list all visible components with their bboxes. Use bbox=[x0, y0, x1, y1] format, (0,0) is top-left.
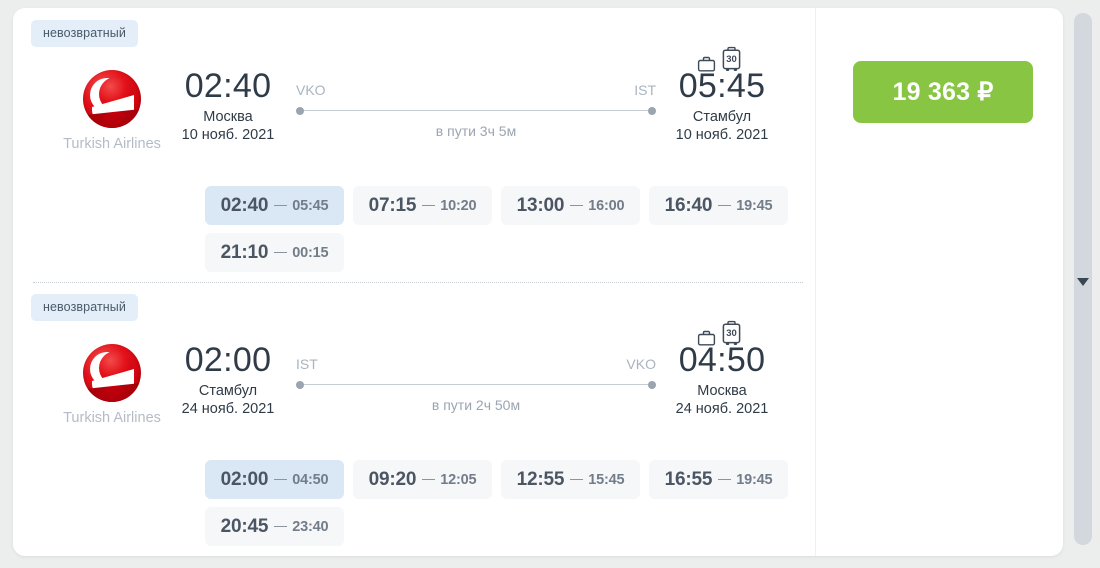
departure-block: 02:00 Стамбул 24 нояб. 2021 bbox=[153, 340, 303, 417]
time-slot-departure: 21:10 bbox=[220, 241, 269, 263]
time-slot-dash-icon bbox=[274, 478, 288, 481]
flight-leg-return: невозвратный 30 Turkish Airlines 02:00 С… bbox=[13, 282, 815, 556]
time-slot-arrival: 12:05 bbox=[440, 471, 477, 488]
route-line-block: VKO IST в пути 3ч 5м bbox=[296, 82, 656, 139]
time-slot-departure: 20:45 bbox=[220, 515, 269, 537]
page-scrollbar[interactable] bbox=[1070, 0, 1096, 568]
time-slot-departure: 02:40 bbox=[220, 194, 269, 216]
departure-airport-code: VKO bbox=[296, 82, 326, 98]
departure-time: 02:40 bbox=[184, 67, 272, 105]
time-slot-dash-icon bbox=[274, 204, 288, 207]
departure-date: 10 нояб. 2021 bbox=[181, 127, 275, 143]
buy-price-button[interactable]: 19 363 ₽ bbox=[853, 61, 1033, 123]
time-slot-departure: 07:15 bbox=[368, 194, 417, 216]
time-slot-dash-icon bbox=[570, 204, 584, 207]
flight-leg-outbound: невозвратный 30 Turkish Airlines 02:40 М… bbox=[13, 8, 815, 283]
airline-name: Turkish Airlines bbox=[63, 410, 161, 426]
departure-date: 24 нояб. 2021 bbox=[181, 401, 275, 417]
time-slot-list-outbound: 02:40 05:45 07:15 10:20 13:00 16:00 16:4… bbox=[205, 186, 805, 272]
time-slot[interactable]: 20:45 23:40 bbox=[205, 507, 344, 546]
chevron-down-icon[interactable] bbox=[1077, 278, 1089, 286]
time-slot-dash-icon bbox=[422, 478, 436, 481]
time-slot-list-return: 02:00 04:50 09:20 12:05 12:55 15:45 16:5… bbox=[205, 460, 805, 546]
time-slot-dash-icon bbox=[274, 251, 288, 254]
turkish-airlines-logo-icon bbox=[83, 344, 141, 402]
departure-city: Стамбул bbox=[198, 383, 258, 399]
time-slot[interactable]: 09:20 12:05 bbox=[353, 460, 492, 499]
time-slot-departure: 13:00 bbox=[516, 194, 565, 216]
route-line bbox=[296, 380, 656, 390]
time-slot[interactable]: 02:00 04:50 bbox=[205, 460, 344, 499]
arrival-city: Москва bbox=[697, 383, 747, 399]
time-slot-arrival: 10:20 bbox=[440, 197, 477, 214]
time-slot-arrival: 19:45 bbox=[736, 197, 773, 214]
arrival-time: 04:50 bbox=[678, 341, 766, 379]
time-slot-arrival: 19:45 bbox=[736, 471, 773, 488]
departure-time: 02:00 bbox=[184, 341, 272, 379]
flight-legs-column: невозвратный 30 Turkish Airlines 02:40 М… bbox=[13, 8, 816, 556]
airline-block: Turkish Airlines bbox=[57, 344, 167, 426]
route-line bbox=[296, 106, 656, 116]
time-slot-departure: 16:55 bbox=[664, 468, 713, 490]
departure-block: 02:40 Москва 10 нояб. 2021 bbox=[153, 66, 303, 143]
time-slot-departure: 02:00 bbox=[220, 468, 269, 490]
time-slot-departure: 09:20 bbox=[368, 468, 417, 490]
time-slot-dash-icon bbox=[274, 525, 288, 528]
time-slot-dash-icon bbox=[570, 478, 584, 481]
arrival-time: 05:45 bbox=[678, 67, 766, 105]
arrival-block: 04:50 Москва 24 нояб. 2021 bbox=[647, 340, 797, 417]
time-slot-arrival: 16:00 bbox=[588, 197, 625, 214]
time-slot-dash-icon bbox=[718, 204, 732, 207]
time-slot[interactable]: 07:15 10:20 bbox=[353, 186, 492, 225]
airline-block: Turkish Airlines bbox=[57, 70, 167, 152]
time-slot-arrival: 23:40 bbox=[292, 518, 329, 535]
time-slot-departure: 12:55 bbox=[516, 468, 565, 490]
route-dot-departure bbox=[296, 381, 304, 389]
time-slot-arrival: 00:15 bbox=[292, 244, 329, 261]
turkish-airlines-logo-icon bbox=[83, 70, 141, 128]
arrival-city: Стамбул bbox=[692, 109, 752, 125]
refund-badge: невозвратный bbox=[31, 294, 138, 321]
time-slot-arrival: 04:50 bbox=[292, 471, 329, 488]
time-slot-dash-icon bbox=[422, 204, 436, 207]
time-slot[interactable]: 13:00 16:00 bbox=[501, 186, 640, 225]
route-line-block: IST VKO в пути 2ч 50м bbox=[296, 356, 656, 413]
flight-duration: в пути 3ч 5м bbox=[435, 123, 517, 139]
checked-bag-weight: 30 bbox=[726, 54, 737, 65]
departure-city: Москва bbox=[203, 109, 253, 125]
flight-duration: в пути 2ч 50м bbox=[431, 397, 521, 413]
time-slot[interactable]: 21:10 00:15 bbox=[205, 233, 344, 272]
refund-badge: невозвратный bbox=[31, 20, 138, 47]
time-slot-departure: 16:40 bbox=[664, 194, 713, 216]
price-column: 19 363 ₽ bbox=[816, 8, 1063, 556]
time-slot-dash-icon bbox=[718, 478, 732, 481]
time-slot[interactable]: 16:40 19:45 bbox=[649, 186, 788, 225]
time-slot[interactable]: 02:40 05:45 bbox=[205, 186, 344, 225]
arrival-date: 24 нояб. 2021 bbox=[675, 401, 769, 417]
time-slot[interactable]: 12:55 15:45 bbox=[501, 460, 640, 499]
time-slot-arrival: 05:45 bbox=[292, 197, 329, 214]
route-dot-departure bbox=[296, 107, 304, 115]
departure-airport-code: IST bbox=[296, 356, 318, 372]
airline-name: Turkish Airlines bbox=[63, 136, 161, 152]
time-slot-arrival: 15:45 bbox=[588, 471, 625, 488]
time-slot[interactable]: 16:55 19:45 bbox=[649, 460, 788, 499]
arrival-date: 10 нояб. 2021 bbox=[675, 127, 769, 143]
ticket-card: невозвратный 30 Turkish Airlines 02:40 М… bbox=[13, 8, 1063, 556]
checked-bag-weight: 30 bbox=[726, 328, 737, 339]
arrival-block: 05:45 Стамбул 10 нояб. 2021 bbox=[647, 66, 797, 143]
